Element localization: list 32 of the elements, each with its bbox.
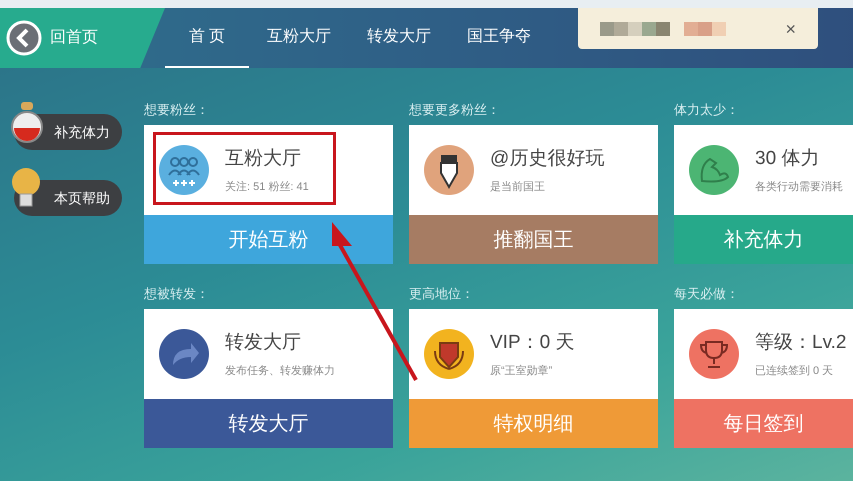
section-heading: 每天必做： xyxy=(674,285,740,303)
fans-icon xyxy=(159,145,209,195)
nav-tab[interactable]: 互粉大厅 xyxy=(249,8,349,68)
card-title: 互粉大厅 xyxy=(225,146,302,170)
nav-tab[interactable]: 国王争夺 xyxy=(449,8,549,68)
card-title: 转发大厅 xyxy=(225,330,302,354)
section-heading: 体力太少： xyxy=(674,101,740,119)
card-subtitle: 各类行动需要消耗 xyxy=(755,180,843,195)
trophy-icon xyxy=(689,329,739,379)
share-icon xyxy=(159,329,209,379)
section-heading: 想要更多粉丝： xyxy=(409,101,501,119)
blurred-image xyxy=(684,22,726,36)
section-heading: 更高地位： xyxy=(409,285,475,303)
close-button[interactable]: × xyxy=(785,20,796,38)
action-button[interactable]: 转发大厅 xyxy=(144,399,393,448)
card-title: 等级：Lv.2 xyxy=(755,330,847,354)
card-subtitle: 已连续签到 0 天 xyxy=(755,364,834,379)
nav-tab[interactable]: 转发大厅 xyxy=(349,8,449,68)
card-subtitle: 发布任务、转发赚体力 xyxy=(225,364,335,379)
nav-tab[interactable]: 首 页 xyxy=(165,8,249,68)
card-title: @历史很好玩 xyxy=(490,146,604,170)
card-title: 30 体力 xyxy=(755,146,820,170)
action-button[interactable]: 推翻国王 xyxy=(409,215,658,264)
card-title: VIP：0 天 xyxy=(490,330,574,354)
potion-flask-icon xyxy=(10,100,44,144)
medal-icon xyxy=(424,329,474,379)
section-heading: 想要粉丝： xyxy=(144,101,210,119)
card-subtitle: 是当前国王 xyxy=(490,180,546,195)
section-heading: 想被转发： xyxy=(144,285,210,303)
blurred-image xyxy=(600,22,670,36)
card-subtitle: 关注: 51 粉丝: 41 xyxy=(225,180,309,195)
card-subtitle: 原“王室勋章” xyxy=(490,364,554,379)
